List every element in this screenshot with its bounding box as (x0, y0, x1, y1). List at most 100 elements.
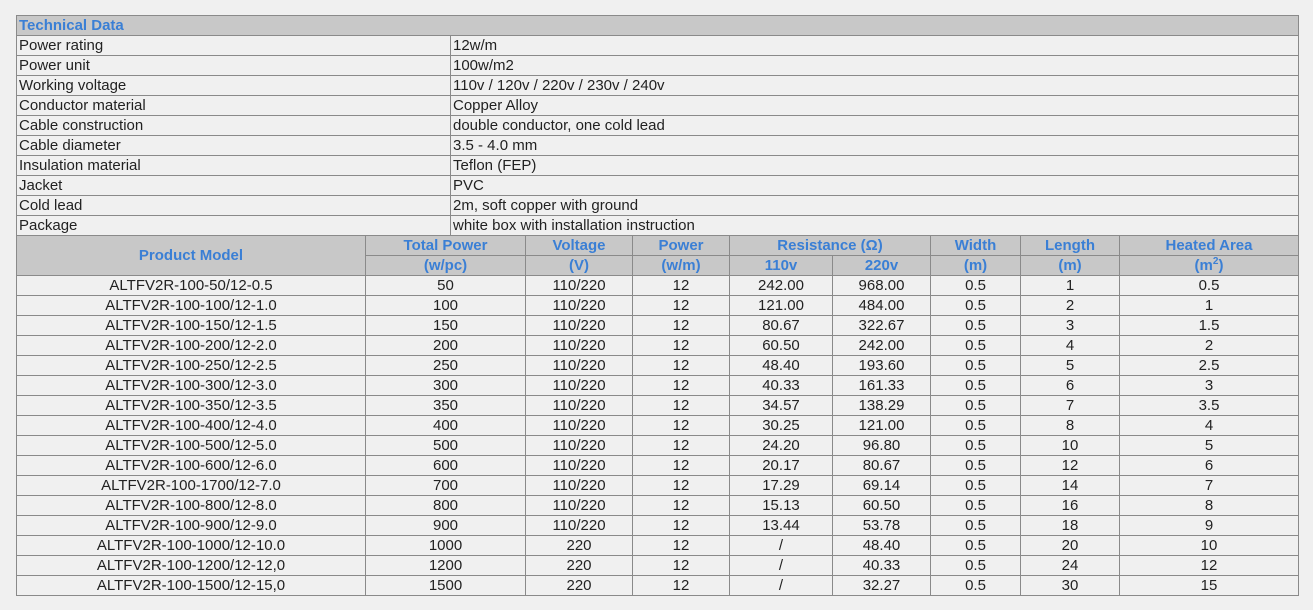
cell-width: 0.5 (930, 535, 1021, 556)
header-product-model: Product Model (16, 235, 366, 276)
tech-value: 110v / 120v / 220v / 230v / 240v (450, 75, 1299, 96)
cell-width: 0.5 (930, 495, 1021, 516)
cell-heated-area: 6 (1119, 455, 1299, 476)
cell-length: 18 (1020, 515, 1120, 536)
tech-row: Cable diameter 3.5 - 4.0 mm (16, 135, 1299, 156)
cell-heated-area: 12 (1119, 555, 1299, 576)
cell-resistance-110v: 40.33 (729, 375, 833, 396)
cell-voltage: 110/220 (525, 355, 633, 376)
cell-power: 12 (632, 555, 730, 576)
cell-total-power: 400 (365, 415, 526, 436)
cell-voltage: 110/220 (525, 335, 633, 356)
tech-label: Jacket (16, 175, 451, 196)
cell-resistance-220v: 96.80 (832, 435, 931, 456)
cell-model: ALTFV2R-100-800/12-8.0 (16, 495, 366, 516)
cell-length: 1 (1020, 275, 1120, 296)
cell-resistance-110v: 121.00 (729, 295, 833, 316)
cell-resistance-110v: 13.44 (729, 515, 833, 536)
cell-voltage: 110/220 (525, 375, 633, 396)
cell-heated-area: 1 (1119, 295, 1299, 316)
tech-row: Conductor material Copper Alloy (16, 95, 1299, 116)
cell-resistance-220v: 322.67 (832, 315, 931, 336)
cell-voltage: 110/220 (525, 455, 633, 476)
table-row: ALTFV2R-100-600/12-6.0 600 110/220 12 20.17 8… (16, 455, 1299, 476)
tech-value: white box with installation instruction (450, 215, 1299, 236)
cell-heated-area: 8 (1119, 495, 1299, 516)
cell-heated-area: 9 (1119, 515, 1299, 536)
cell-power: 12 (632, 355, 730, 376)
header-length: Length (1020, 235, 1120, 256)
cell-length: 24 (1020, 555, 1120, 576)
tech-label: Insulation material (16, 155, 451, 176)
header-resistance-110v: 110v (729, 255, 833, 276)
cell-power: 12 (632, 375, 730, 396)
cell-resistance-110v: 17.29 (729, 475, 833, 496)
cell-resistance-220v: 53.78 (832, 515, 931, 536)
cell-model: ALTFV2R-100-350/12-3.5 (16, 395, 366, 416)
cell-resistance-220v: 48.40 (832, 535, 931, 556)
cell-resistance-220v: 32.27 (832, 575, 931, 596)
cell-total-power: 500 (365, 435, 526, 456)
tech-label: Power rating (16, 35, 451, 56)
tech-row: Power unit 100w/m2 (16, 55, 1299, 76)
table-row: ALTFV2R-100-300/12-3.0 300 110/220 12 40.33 1… (16, 375, 1299, 396)
cell-model: ALTFV2R-100-100/12-1.0 (16, 295, 366, 316)
header-heated-area: Heated Area (1119, 235, 1299, 256)
cell-length: 14 (1020, 475, 1120, 496)
table-row: ALTFV2R-100-800/12-8.0 800 110/220 12 15.13 6… (16, 495, 1299, 516)
cell-voltage: 110/220 (525, 415, 633, 436)
cell-resistance-220v: 193.60 (832, 355, 931, 376)
table-row: ALTFV2R-100-50/12-0.5 50 110/220 12 242.00 96… (16, 275, 1299, 296)
cell-length: 6 (1020, 375, 1120, 396)
cell-width: 0.5 (930, 475, 1021, 496)
cell-voltage: 110/220 (525, 295, 633, 316)
tech-row: Cable construction double conductor, one … (16, 115, 1299, 136)
cell-resistance-110v: 48.40 (729, 355, 833, 376)
tech-row: Power rating 12w/m (16, 35, 1299, 56)
cell-width: 0.5 (930, 575, 1021, 596)
cell-power: 12 (632, 435, 730, 456)
tech-value: 2m, soft copper with ground (450, 195, 1299, 216)
cell-power: 12 (632, 295, 730, 316)
header-resistance: Resistance (Ω) (729, 235, 931, 256)
header-voltage: Voltage (525, 235, 633, 256)
tech-row: Working voltage 110v / 120v / 220v / 230v… (16, 75, 1299, 96)
table-row: ALTFV2R-100-1000/12-10.0 1000 220 12/48.40 0… (16, 535, 1299, 556)
cell-total-power: 250 (365, 355, 526, 376)
header-width: Width (930, 235, 1021, 256)
cell-resistance-220v: 968.00 (832, 275, 931, 296)
header-total-power: Total Power (365, 235, 526, 256)
cell-total-power: 1000 (365, 535, 526, 556)
cell-model: ALTFV2R-100-1200/12-12,0 (16, 555, 366, 576)
cell-width: 0.5 (930, 275, 1021, 296)
cell-heated-area: 4 (1119, 415, 1299, 436)
cell-total-power: 50 (365, 275, 526, 296)
cell-resistance-110v: 15.13 (729, 495, 833, 516)
cell-voltage: 110/220 (525, 275, 633, 296)
header-total-power-unit: (w/pc) (365, 255, 526, 276)
table-row: ALTFV2R-100-250/12-2.5 250 110/220 12 48.40 1… (16, 355, 1299, 376)
table-row: ALTFV2R-100-1200/12-12,0 1200 220 12/40.33 0… (16, 555, 1299, 576)
tech-value: 100w/m2 (450, 55, 1299, 76)
cell-voltage: 110/220 (525, 435, 633, 456)
technical-data-title: Technical Data (16, 15, 1299, 36)
cell-length: 4 (1020, 335, 1120, 356)
cell-model: ALTFV2R-100-250/12-2.5 (16, 355, 366, 376)
cell-model: ALTFV2R-100-150/12-1.5 (16, 315, 366, 336)
cell-total-power: 1500 (365, 575, 526, 596)
cell-resistance-110v: 20.17 (729, 455, 833, 476)
cell-power: 12 (632, 495, 730, 516)
header-power: Power (632, 235, 730, 256)
tech-value: PVC (450, 175, 1299, 196)
cell-heated-area: 5 (1119, 435, 1299, 456)
table-row: ALTFV2R-100-1500/12-15,0 1500 220 12/32.27 0… (16, 575, 1299, 596)
cell-heated-area: 15 (1119, 575, 1299, 596)
cell-length: 7 (1020, 395, 1120, 416)
cell-power: 12 (632, 335, 730, 356)
cell-model: ALTFV2R-100-50/12-0.5 (16, 275, 366, 296)
cell-resistance-220v: 69.14 (832, 475, 931, 496)
tech-value: double conductor, one cold lead (450, 115, 1299, 136)
header-length-unit: (m) (1020, 255, 1120, 276)
table-row: ALTFV2R-100-100/12-1.0 100 110/220 12 121.00… (16, 295, 1299, 316)
tech-label: Power unit (16, 55, 451, 76)
